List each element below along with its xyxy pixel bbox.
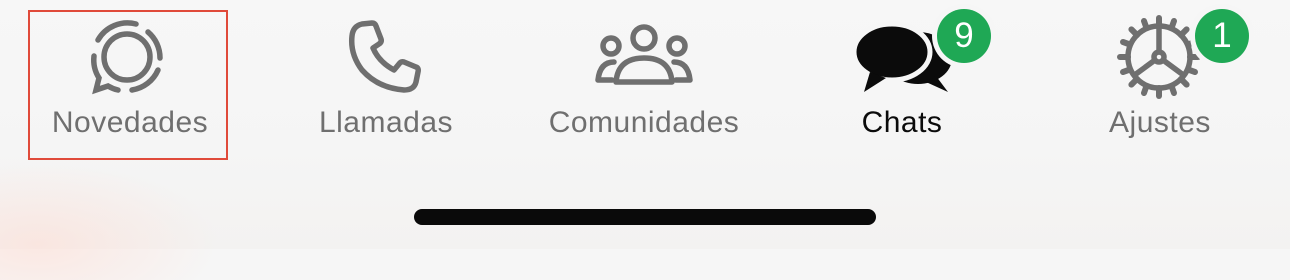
background-glow xyxy=(0,160,220,280)
settings-gear-icon xyxy=(1117,15,1201,99)
home-indicator[interactable] xyxy=(414,209,876,225)
tab-comunidades-label: Comunidades xyxy=(548,106,740,139)
communities-icon xyxy=(595,24,693,85)
phone-icon xyxy=(348,20,421,93)
tab-ajustes-label: Ajustes xyxy=(1109,106,1211,139)
tab-llamadas-label: Llamadas xyxy=(318,106,454,139)
tab-ajustes[interactable]: 1 Ajustes xyxy=(1088,0,1254,170)
tab-llamadas[interactable]: Llamadas xyxy=(300,0,472,170)
tab-novedades-label: Novedades xyxy=(51,106,209,139)
settings-notification-badge: 1 xyxy=(1195,9,1249,63)
unread-chats-badge: 9 xyxy=(937,9,991,63)
bottom-tab-bar: Novedades Llamadas Comunidades 9 Chats 1… xyxy=(0,0,1290,280)
tab-comunidades[interactable]: Comunidades xyxy=(530,0,758,170)
updates-icon xyxy=(91,20,163,95)
tab-novedades[interactable]: Novedades xyxy=(28,0,232,170)
tab-chats[interactable]: 9 Chats xyxy=(840,0,996,170)
tab-chats-label: Chats xyxy=(861,106,943,139)
